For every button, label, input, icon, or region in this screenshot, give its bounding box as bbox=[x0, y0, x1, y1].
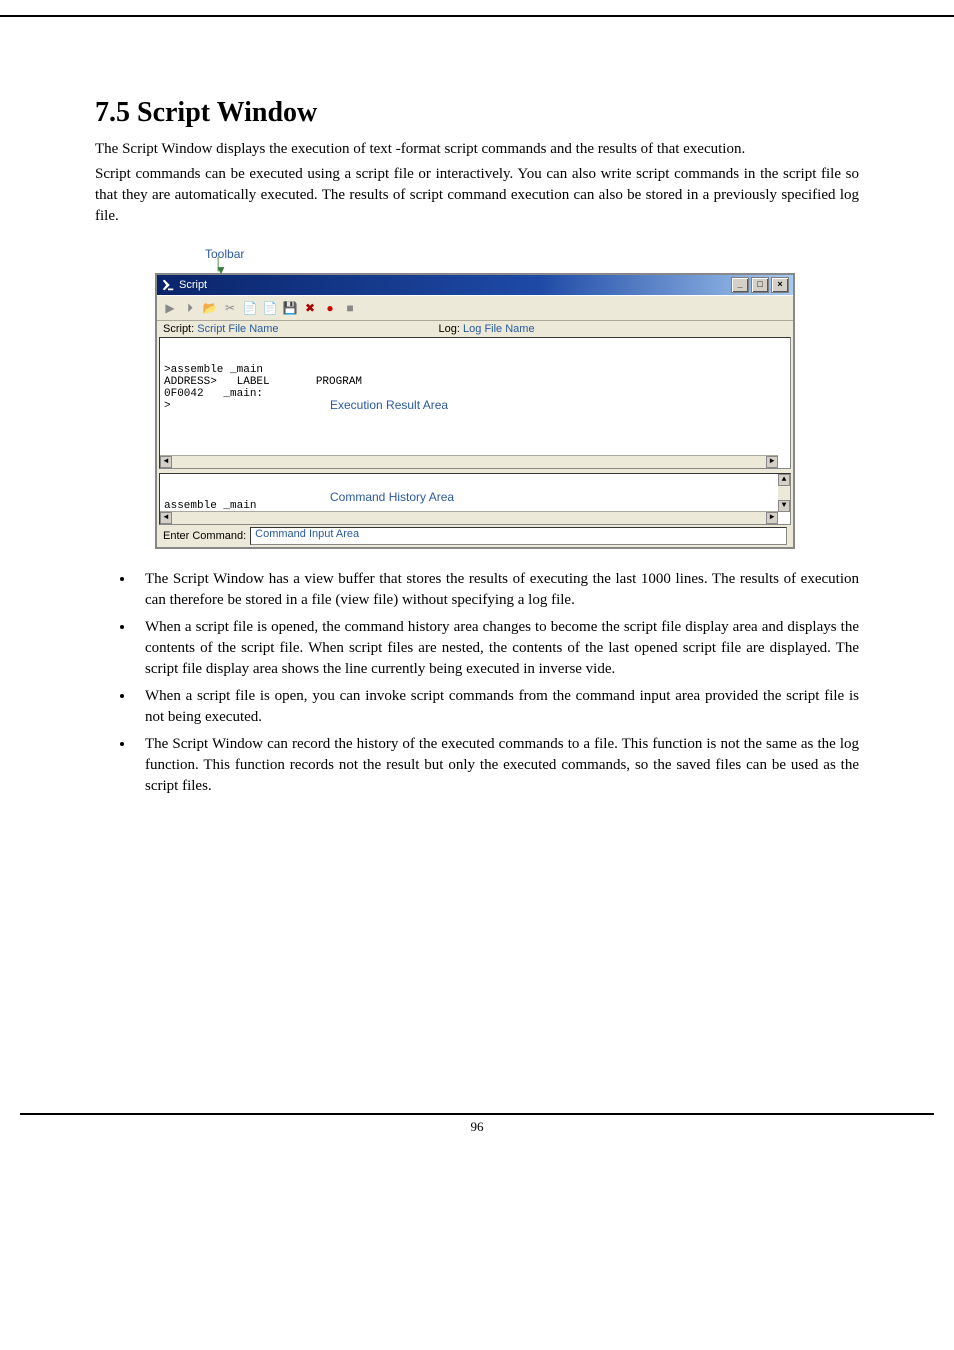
figure: Toolbar │▼ Script _ □ × ▶ ⏵ 📂 bbox=[155, 247, 795, 549]
close-button[interactable]: × bbox=[771, 277, 789, 293]
list-item: When a script file is opened, the comman… bbox=[135, 617, 859, 680]
page-footer: 96 bbox=[20, 1113, 934, 1135]
scroll-up-icon[interactable]: ▲ bbox=[778, 474, 790, 486]
page: 7.5 Script Window The Script Window disp… bbox=[0, 15, 954, 853]
delete-icon[interactable]: ✖ bbox=[301, 299, 319, 317]
page-number: 96 bbox=[471, 1119, 484, 1134]
execution-result-area[interactable]: >assemble _main ADDRESS> LABEL PROGRAM 0… bbox=[159, 337, 791, 469]
stop-icon[interactable]: ■ bbox=[341, 299, 359, 317]
maximize-button[interactable]: □ bbox=[751, 277, 769, 293]
scroll-right-icon[interactable]: ► bbox=[766, 512, 778, 524]
window-title: Script bbox=[179, 279, 207, 291]
script-label: Script: bbox=[163, 323, 194, 335]
scroll-right-icon[interactable]: ► bbox=[766, 456, 778, 468]
toolbar-callout-arrow: │▼ bbox=[215, 261, 795, 273]
script-file-name: Script File Name bbox=[197, 323, 278, 335]
result-h-scrollbar[interactable]: ◄ ► bbox=[160, 455, 778, 468]
scroll-left-icon[interactable]: ◄ bbox=[160, 512, 172, 524]
titlebar: Script _ □ × bbox=[157, 275, 793, 295]
script-window-icon bbox=[161, 278, 175, 292]
open-icon[interactable]: 📂 bbox=[201, 299, 219, 317]
bullet-list: The Script Window has a view buffer that… bbox=[95, 569, 859, 797]
history-v-scrollbar[interactable]: ▲ ▼ bbox=[778, 474, 790, 512]
intro-paragraph-1: The Script Window displays the execution… bbox=[95, 139, 859, 160]
command-input-row: Enter Command: Command Input Area bbox=[157, 525, 793, 547]
command-history-area[interactable]: assemble _main Command History Area ▲ ▼ … bbox=[159, 473, 791, 525]
scroll-down-icon[interactable]: ▼ bbox=[778, 500, 790, 512]
enter-command-label: Enter Command: bbox=[163, 530, 246, 542]
scroll-left-icon[interactable]: ◄ bbox=[160, 456, 172, 468]
step-icon[interactable]: ⏵ bbox=[181, 299, 199, 317]
info-row: Script: Script File Name Log: Log File N… bbox=[157, 321, 793, 337]
log-file-name: Log File Name bbox=[463, 323, 535, 335]
execution-result-callout: Execution Result Area bbox=[330, 398, 448, 412]
command-history-callout: Command History Area bbox=[330, 490, 454, 504]
log-close-icon[interactable]: 📄 bbox=[261, 299, 279, 317]
save-icon[interactable]: 💾 bbox=[281, 299, 299, 317]
list-item: The Script Window can record the history… bbox=[135, 734, 859, 797]
run-icon[interactable]: ▶ bbox=[161, 299, 179, 317]
log-label: Log: bbox=[439, 323, 460, 335]
minimize-button[interactable]: _ bbox=[731, 277, 749, 293]
list-item: The Script Window has a view buffer that… bbox=[135, 569, 859, 611]
toolbar-callout-label: Toolbar bbox=[205, 247, 795, 261]
intro-paragraph-2: Script commands can be executed using a … bbox=[95, 164, 859, 227]
log-open-icon[interactable]: 📄 bbox=[241, 299, 259, 317]
record-icon[interactable]: ● bbox=[321, 299, 339, 317]
command-input[interactable]: Command Input Area bbox=[250, 527, 787, 545]
section-heading: 7.5 Script Window bbox=[95, 97, 859, 129]
toolbar: ▶ ⏵ 📂 ✂ 📄 📄 💾 ✖ ● ■ bbox=[157, 295, 793, 321]
cut-icon[interactable]: ✂ bbox=[221, 299, 239, 317]
list-item: When a script file is open, you can invo… bbox=[135, 686, 859, 728]
script-window: Script _ □ × ▶ ⏵ 📂 ✂ 📄 📄 💾 ✖ ● ■ bbox=[155, 273, 795, 549]
history-h-scrollbar[interactable]: ◄ ► bbox=[160, 511, 778, 524]
result-text: >assemble _main ADDRESS> LABEL PROGRAM 0… bbox=[160, 362, 790, 414]
